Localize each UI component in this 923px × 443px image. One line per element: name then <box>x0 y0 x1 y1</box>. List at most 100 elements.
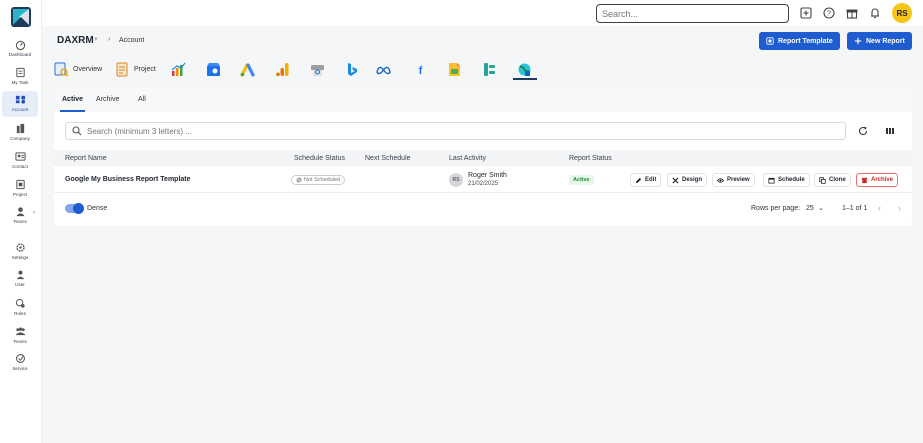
google-ads-icon <box>240 62 255 77</box>
table-search-box <box>65 122 846 140</box>
integration-tab-overview[interactable]: Overview <box>54 60 102 78</box>
table-search-input[interactable] <box>87 126 787 136</box>
not-scheduled-icon <box>296 177 302 183</box>
preview-button[interactable]: Preview <box>712 173 755 187</box>
integration-tab-analytics[interactable] <box>171 60 186 78</box>
sidebar-item-label: Teams <box>13 219 27 224</box>
edit-button[interactable]: Edit <box>630 173 662 187</box>
sidebar-item-label: Dashboard <box>8 52 32 57</box>
chevron-right-icon: › <box>33 210 35 216</box>
design-button[interactable]: Design <box>667 173 708 187</box>
integration-tab-google-analytics[interactable] <box>275 60 290 78</box>
google-sheets-icon <box>447 62 462 77</box>
rows-per-page-select[interactable]: 25 <box>806 205 814 212</box>
column-header-schedule-status[interactable]: Schedule Status <box>294 155 345 162</box>
design-tools-icon <box>672 176 679 184</box>
sidebar-item-project[interactable]: Project <box>2 176 38 202</box>
globe-report-icon <box>517 62 532 77</box>
notification-bell-icon[interactable] <box>869 7 881 19</box>
task-icon <box>15 67 25 78</box>
tab-all[interactable]: All <box>138 96 146 103</box>
dense-label: Dense <box>87 205 108 212</box>
chevron-down-icon[interactable]: ⌄ <box>818 204 824 212</box>
sidebar-item-service[interactable]: Service <box>2 350 38 376</box>
breadcrumb-separator-icon: › <box>108 36 111 43</box>
integration-tab-globe-report[interactable] <box>517 60 532 78</box>
column-header-report-name[interactable]: Report Name <box>65 155 107 162</box>
tab-indicator <box>60 110 85 112</box>
pencil-icon <box>635 177 642 183</box>
analytics-chart-icon <box>171 62 186 77</box>
user-avatar[interactable]: RS <box>892 3 912 23</box>
schedule-status-badge: Not Scheduled <box>291 175 346 185</box>
sidebar-item-roles[interactable]: Roles <box>2 295 38 321</box>
tab-active[interactable]: Active <box>62 96 83 103</box>
settings-icon <box>15 243 25 252</box>
breadcrumb-brand[interactable]: DAXRM <box>57 35 94 46</box>
sidebar-item-user[interactable]: User <box>2 266 38 292</box>
next-page-icon[interactable]: › <box>898 203 901 213</box>
column-header-report-status[interactable]: Report Status <box>569 155 612 162</box>
sidebar-item-settings[interactable]: Settings <box>2 239 38 265</box>
sidebar-item-teams[interactable]: Teams › <box>2 203 38 229</box>
sidebar-item-contact[interactable]: Contact <box>2 148 38 174</box>
sidebar-item-label: My Task <box>11 80 29 85</box>
svg-text:?: ? <box>827 11 831 18</box>
refresh-icon[interactable] <box>858 126 868 136</box>
sidebar-item-my-task[interactable]: My Task <box>2 64 38 90</box>
integration-tab-meta-ads[interactable] <box>376 60 391 78</box>
integration-tab-facebook[interactable]: f <box>413 60 428 78</box>
report-name[interactable]: Google My Business Report Template <box>65 176 191 183</box>
app-logo[interactable] <box>11 7 31 27</box>
global-search-input[interactable] <box>596 4 789 23</box>
sidebar-item-dashboard[interactable]: Dashboard <box>2 36 38 62</box>
roles-icon <box>15 298 25 308</box>
integration-tab-google-sheets[interactable] <box>447 60 462 78</box>
teams-icon <box>15 207 25 217</box>
eye-icon <box>717 177 724 183</box>
new-report-button[interactable]: New Report <box>847 32 912 50</box>
report-template-button[interactable]: Report Template <box>759 32 840 50</box>
company-icon <box>16 123 24 134</box>
integration-tab-search-console[interactable] <box>310 60 325 78</box>
bing-icon <box>345 62 360 77</box>
table-header: Report Name Schedule Status Next Schedul… <box>54 150 912 166</box>
help-icon[interactable]: ? <box>823 7 835 19</box>
integration-tab-bing[interactable] <box>345 60 360 78</box>
sidebar-item-label: Service <box>12 366 28 371</box>
sidebar-item-account[interactable]: Account <box>2 91 38 117</box>
integration-tab-data-studio[interactable] <box>482 60 497 78</box>
dashboard-icon <box>15 40 25 50</box>
contact-icon <box>14 152 26 161</box>
integration-tab-project[interactable]: Project <box>115 60 156 78</box>
clone-button[interactable]: Clone <box>814 173 851 187</box>
column-header-next-schedule[interactable]: Next Schedule <box>365 155 411 162</box>
sidebar-item-company[interactable]: Company <box>2 120 38 146</box>
add-box-icon[interactable] <box>800 7 812 19</box>
integration-tab-google-my-business[interactable] <box>206 60 221 78</box>
project-report-icon <box>115 62 130 77</box>
table-row[interactable]: Google My Business Report Template Not S… <box>54 167 912 193</box>
service-icon <box>15 354 25 363</box>
reports-card: Active Archive All Report Name Schedule … <box>54 88 912 226</box>
column-header-last-activity[interactable]: Last Activity <box>449 155 486 162</box>
chevron-down-icon[interactable]: ▼ <box>93 37 99 43</box>
integration-tab-indicator <box>513 78 537 80</box>
plus-icon <box>854 37 862 45</box>
project-icon <box>15 179 25 190</box>
gift-icon[interactable] <box>846 7 858 19</box>
dense-toggle[interactable] <box>65 203 84 214</box>
pagination-range: 1–1 of 1 <box>842 205 868 212</box>
search-console-icon <box>310 62 325 77</box>
schedule-button[interactable]: Schedule <box>763 173 810 187</box>
calendar-icon <box>768 177 775 184</box>
columns-icon[interactable] <box>885 126 895 136</box>
last-activity-user: Roger Smith <box>468 172 507 179</box>
sidebar-item-label: User <box>15 282 25 287</box>
tab-archive[interactable]: Archive <box>96 96 119 103</box>
data-studio-icon <box>482 62 497 77</box>
archive-button[interactable]: Archive <box>856 173 899 187</box>
previous-page-icon[interactable]: ‹ <box>878 203 881 213</box>
sidebar-item-teams-group[interactable]: Teams <box>2 323 38 349</box>
integration-tab-google-ads[interactable] <box>240 60 255 78</box>
